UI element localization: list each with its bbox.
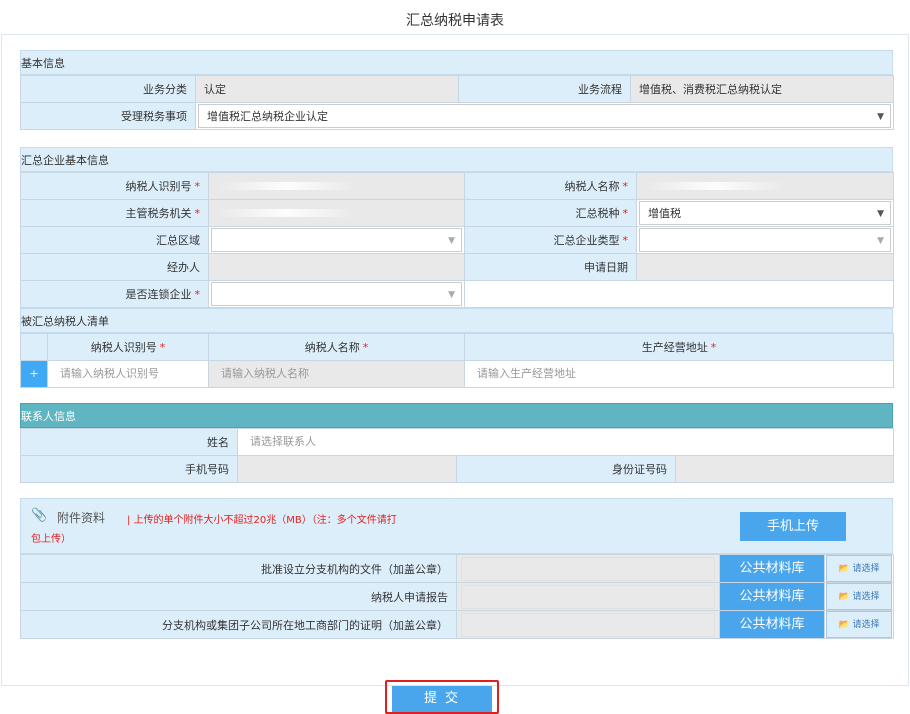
biz-category-label: 业务分类 — [20, 75, 196, 103]
col-address: 生产经营地址 * — [464, 333, 894, 361]
add-row-button[interactable]: + — [21, 361, 47, 387]
page-title: 汇总纳税申请表 — [406, 13, 504, 29]
biz-flow-label: 业务流程 — [458, 75, 631, 103]
taxpayer-name-label: 纳税人名称 * — [464, 172, 637, 200]
idno-value — [675, 455, 894, 483]
col-taxpayer-name: 纳税人名称 * — [208, 333, 465, 361]
biz-flow-value: 增值税、消费税汇总纳税认定 — [630, 75, 894, 103]
apply-date-value — [636, 253, 894, 281]
chain-label: 是否连锁企业 * — [20, 280, 209, 308]
members-section: 被汇总纳税人清单 纳税人识别号 * 纳税人名称 * 生产经营地址 * + 请输入纳税人… — [20, 308, 894, 388]
paperclip-icon: 📎 — [31, 508, 48, 523]
folder-icon: 📂 — [838, 564, 850, 574]
attachments-title: 附件资料 — [57, 511, 106, 525]
section-header-basic: 基本信息 — [20, 50, 893, 75]
attachment-file-field — [461, 556, 715, 581]
handler-label: 经办人 — [20, 253, 209, 281]
choose-file-button[interactable]: 📂 请选择 — [826, 583, 892, 610]
ent-type-label: 汇总企业类型 * — [464, 226, 637, 254]
apply-date-label: 申请日期 — [464, 253, 637, 281]
attachments-note-line1: | 上传的单个附件大小不超过20兆（MB）（注：多个文件请打 — [127, 515, 397, 526]
chevron-down-icon: ▼ — [877, 112, 884, 122]
public-library-button[interactable]: 公共材料库 — [720, 583, 824, 610]
contact-section: 联系人信息 姓名 请选择联系人 手机号码 身份证号码 — [20, 403, 894, 483]
attachments-header: 📎 附件资料 | 上传的单个附件大小不超过20兆（MB）（注：多个文件请打 包上… — [20, 498, 893, 554]
contact-name-label: 姓名 — [20, 428, 238, 456]
member-id-input[interactable]: 请输入纳税人识别号 — [50, 362, 206, 386]
phone-value — [237, 455, 457, 483]
empty-cell — [464, 280, 894, 308]
mobile-upload-button[interactable]: 手机上传 — [740, 512, 846, 541]
taxpayer-name-value — [636, 172, 894, 200]
matter-select[interactable]: 增值税汇总纳税企业认定 ▼ — [198, 104, 891, 128]
region-label: 汇总区域 — [20, 226, 209, 254]
public-library-button[interactable]: 公共材料库 — [720, 611, 824, 638]
basic-info-section: 基本信息 业务分类 认定 业务流程 增值税、消费税汇总纳税认定 受理税务事项 增… — [20, 50, 894, 130]
matter-label: 受理税务事项 — [20, 102, 196, 130]
tax-type-label: 汇总税种 * — [464, 199, 637, 227]
tax-type-select[interactable]: 增值税 ▼ — [639, 201, 891, 225]
attachment-label: 批准设立分支机构的文件（加盖公章） — [20, 554, 457, 583]
attachments-section: 📎 附件资料 | 上传的单个附件大小不超过20兆（MB）（注：多个文件请打 包上… — [20, 498, 894, 644]
attachment-label: 分支机构或集团子公司所在地工商部门的证明（加盖公章） — [20, 610, 457, 639]
biz-category-value: 认定 — [195, 75, 459, 103]
choose-file-button[interactable]: 📂 请选择 — [826, 555, 892, 582]
ent-type-select[interactable]: ▼ — [639, 228, 891, 252]
idno-label: 身份证号码 — [456, 455, 676, 483]
taxpayer-id-value — [208, 172, 465, 200]
public-library-button[interactable]: 公共材料库 — [720, 555, 824, 582]
tax-office-value — [208, 199, 465, 227]
attachment-file-field — [461, 612, 715, 637]
attachments-note-line2: 包上传） — [31, 534, 71, 545]
submit-button[interactable]: 提交 — [392, 686, 492, 712]
contact-name-input[interactable]: 请选择联系人 — [240, 430, 891, 454]
chevron-down-icon: ▼ — [877, 236, 884, 246]
submit-highlight: 提交 — [385, 680, 499, 714]
taxpayer-id-label: 纳税人识别号 * — [20, 172, 209, 200]
enterprise-info-section: 汇总企业基本信息 纳税人识别号 * 纳税人名称 * 主管税务机关 * 汇总税种 * 增值… — [20, 147, 894, 308]
folder-icon: 📂 — [838, 592, 850, 602]
attachment-file-field — [461, 584, 715, 609]
section-header-enterprise: 汇总企业基本信息 — [20, 147, 893, 172]
region-select[interactable]: ▼ — [211, 228, 462, 252]
member-name-input[interactable]: 请输入纳税人名称 — [211, 362, 462, 386]
chevron-down-icon: ▼ — [448, 236, 455, 246]
folder-icon: 📂 — [838, 620, 850, 630]
choose-file-button[interactable]: 📂 请选择 — [826, 611, 892, 638]
section-header-contact: 联系人信息 — [20, 403, 893, 428]
col-taxpayer-id: 纳税人识别号 * — [47, 333, 209, 361]
member-address-input[interactable]: 请输入生产经营地址 — [467, 362, 891, 386]
handler-value — [208, 253, 465, 281]
chain-select[interactable]: ▼ — [211, 282, 462, 306]
chevron-down-icon: ▼ — [448, 290, 455, 300]
attachment-label: 纳税人申请报告 — [20, 582, 457, 611]
tax-office-label: 主管税务机关 * — [20, 199, 209, 227]
phone-label: 手机号码 — [20, 455, 238, 483]
section-header-members: 被汇总纳税人清单 — [20, 308, 893, 333]
chevron-down-icon: ▼ — [877, 209, 884, 219]
